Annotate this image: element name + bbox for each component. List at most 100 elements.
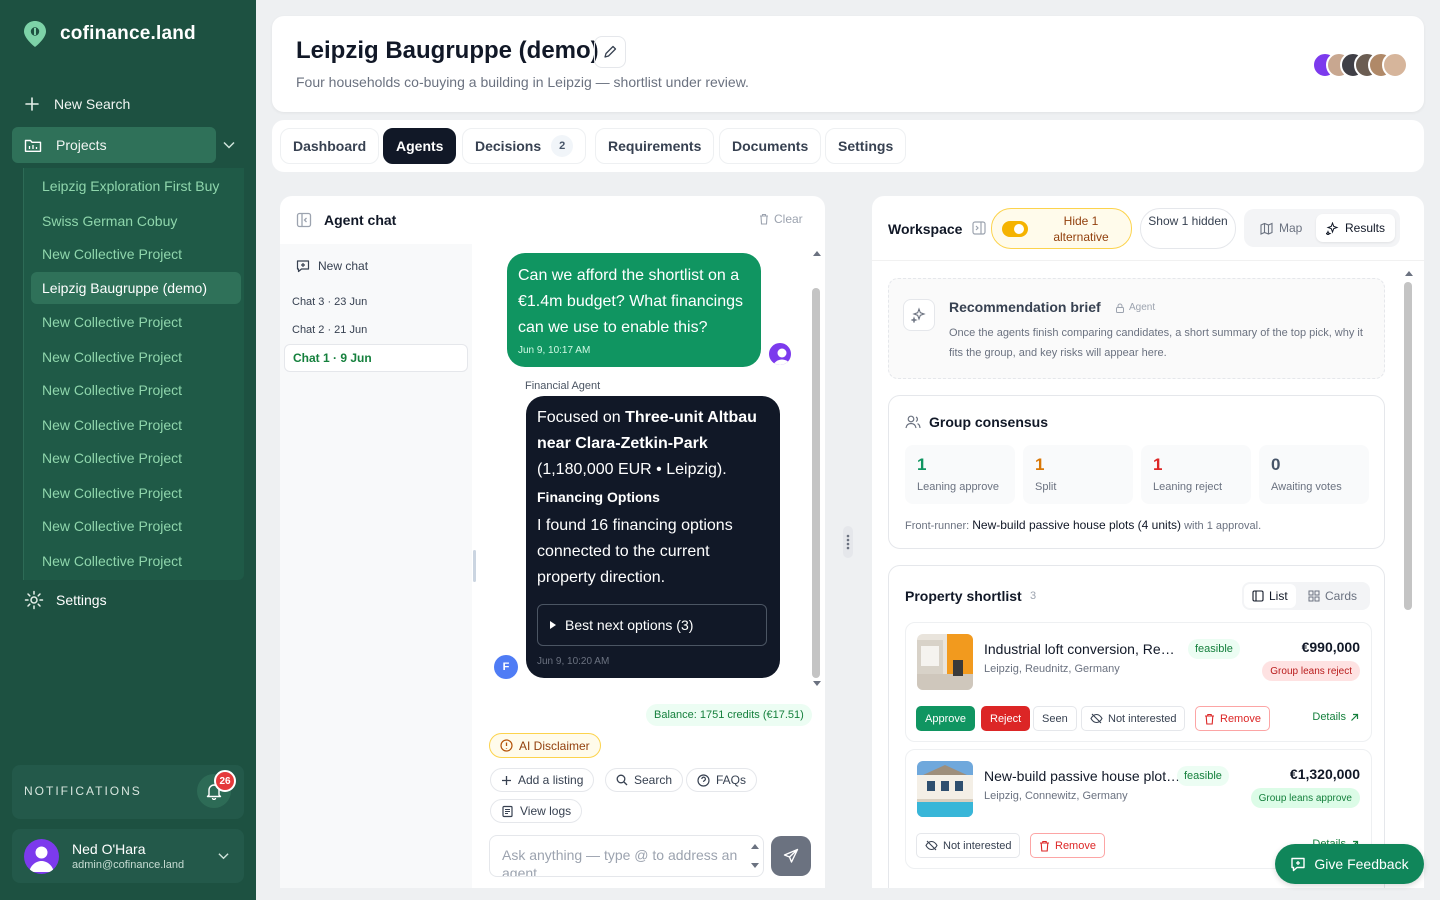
add-listing-button[interactable]: Add a listing (490, 768, 595, 792)
list-view-button[interactable]: List (1244, 584, 1296, 608)
settings-label: Settings (56, 592, 107, 608)
property-image[interactable] (917, 634, 973, 690)
tab-agents[interactable]: Agents (383, 128, 457, 164)
avatar[interactable] (1382, 52, 1408, 78)
ai-disclaimer-button[interactable]: AI Disclaimer (489, 733, 601, 758)
approve-button[interactable]: Approve (916, 706, 975, 731)
scroll-up-icon[interactable] (1404, 269, 1414, 277)
project-item[interactable]: New Collective Project (31, 442, 241, 474)
chevron-down-icon (223, 141, 235, 149)
chat-scrollbar-thumb[interactable] (812, 288, 820, 678)
remove-button[interactable]: Remove (1030, 833, 1105, 858)
faqs-button[interactable]: FAQs (686, 768, 758, 792)
new-chat-button[interactable]: New chat (296, 259, 368, 273)
clear-chat-button[interactable]: Clear (758, 212, 803, 226)
stat-value: 1 (1035, 455, 1045, 474)
project-item[interactable]: Swiss German Cobuy (31, 205, 241, 237)
list-cards-switcher: List Cards (1242, 582, 1370, 610)
brand[interactable]: cofinance.land (22, 20, 196, 48)
search-label: Search (634, 773, 673, 787)
not-interested-button[interactable]: Not interested (916, 833, 1021, 858)
view-logs-button[interactable]: View logs (490, 799, 583, 823)
not-interested-button[interactable]: Not interested (1081, 706, 1186, 731)
search-button[interactable]: Search (605, 768, 684, 792)
panel-resize-handle[interactable] (843, 526, 853, 558)
brand-name: cofinance.land (60, 23, 196, 44)
consensus-title: Group consensus (929, 414, 1049, 430)
group-lean-badge: Group leans approve (1250, 788, 1360, 808)
tab-decisions[interactable]: Decisions 2 (462, 128, 587, 164)
user-message-text: Can we afford the shortlist on a €1.4m b… (518, 267, 744, 336)
tab-documents[interactable]: Documents (719, 128, 822, 164)
chat-history-item[interactable]: Chat 3 · 23 Jun (284, 288, 468, 316)
property-name[interactable]: New-build passive house plots (4 units) (984, 768, 1182, 784)
panel-toggle-icon[interactable] (972, 221, 986, 235)
hide-alternative-toggle[interactable]: Hide 1 alternative (991, 208, 1132, 249)
chat-history-item-active[interactable]: Chat 1 · 9 Jun (284, 344, 468, 372)
seen-button[interactable]: Seen (1033, 706, 1077, 731)
projects-nav[interactable]: Projects (12, 127, 216, 163)
input-resize-icon[interactable] (750, 842, 760, 870)
property-image[interactable] (917, 761, 973, 817)
edit-title-button[interactable] (594, 36, 626, 68)
projects-collapse-button[interactable] (218, 135, 240, 155)
settings-nav[interactable]: Settings (24, 590, 107, 610)
new-chat-label: New chat (318, 259, 369, 273)
feedback-icon (1291, 857, 1306, 872)
chat-input[interactable]: Ask anything — type @ to address an agen… (489, 835, 764, 877)
cards-view-button[interactable]: Cards (1300, 584, 1365, 608)
tab-dashboard[interactable]: Dashboard (280, 128, 380, 164)
chat-history-label: Chat 3 · 23 Jun (292, 296, 368, 308)
project-item-label: New Collective Project (42, 417, 183, 433)
project-item[interactable]: New Collective Project (31, 477, 241, 509)
agent-message: Focused on Three-unit Altbau near Clara-… (526, 396, 780, 678)
best-options-label: Best next options (3) (565, 617, 694, 633)
project-item[interactable]: New Collective Project (31, 374, 241, 406)
project-item[interactable]: New Collective Project (31, 510, 241, 542)
shortlist-count: 3 (1030, 590, 1037, 602)
project-list: Leipzig Exploration First Buy Swiss Germ… (23, 168, 244, 580)
details-link[interactable]: Details (1312, 711, 1359, 723)
project-item[interactable]: New Collective Project (31, 341, 241, 373)
users-icon (905, 415, 921, 429)
remove-button[interactable]: Remove (1195, 706, 1270, 731)
project-item[interactable]: New Collective Project (31, 306, 241, 338)
reject-button[interactable]: Reject (981, 706, 1031, 731)
gear-icon (24, 590, 44, 610)
map-view-button[interactable]: Map (1250, 214, 1312, 242)
notifications-badge: 26 (214, 770, 236, 792)
show-hidden-button[interactable]: Show 1 hidden (1140, 208, 1236, 249)
project-item[interactable]: New Collective Project (31, 545, 241, 577)
scroll-down-icon[interactable] (812, 680, 822, 688)
toggle-switch[interactable] (1002, 220, 1028, 237)
user-name: Ned O'Hara (72, 841, 146, 857)
workspace-scrollbar-thumb[interactable] (1404, 282, 1412, 610)
best-options-disclosure[interactable]: Best next options (3) (537, 604, 767, 646)
stat-label: Leaning approve (917, 481, 999, 493)
tab-requirements[interactable]: Requirements (595, 128, 715, 164)
project-item[interactable]: Leipzig Exploration First Buy (31, 170, 241, 202)
tab-label: Dashboard (293, 138, 367, 154)
tab-settings[interactable]: Settings (825, 128, 907, 164)
new-search-button[interactable]: New Search (12, 86, 244, 122)
user-menu[interactable]: Ned O'Hara admin@cofinance.land (12, 829, 244, 883)
project-item-label: Leipzig Exploration First Buy (42, 178, 220, 194)
property-card[interactable]: Industrial loft conversion, Reudnitz fea… (905, 622, 1372, 742)
scroll-up-icon[interactable] (812, 249, 822, 257)
chat-sidebar-resizer[interactable] (473, 550, 476, 582)
results-view-button[interactable]: Results (1316, 214, 1396, 242)
property-location: Leipzig, Reudnitz, Germany (984, 663, 1120, 675)
send-button[interactable] (771, 836, 811, 876)
notifications-label: NOTIFICATIONS (24, 784, 142, 798)
project-item[interactable]: New Collective Project (31, 409, 241, 441)
project-item-active[interactable]: Leipzig Baugruppe (demo) (31, 272, 241, 304)
folder-icon (24, 139, 42, 152)
notifications-panel[interactable]: NOTIFICATIONS 26 (12, 765, 244, 819)
chat-history-item[interactable]: Chat 2 · 21 Jun (284, 316, 468, 344)
give-feedback-button[interactable]: Give Feedback (1275, 844, 1424, 884)
ai-disclaimer-label: AI Disclaimer (519, 738, 590, 753)
property-name[interactable]: Industrial loft conversion, Reudnitz (984, 641, 1182, 657)
sidebar-collapse-icon[interactable] (296, 212, 312, 228)
project-item[interactable]: New Collective Project (31, 238, 241, 270)
recommendation-body: Once the agents finish comparing candida… (949, 327, 1363, 359)
